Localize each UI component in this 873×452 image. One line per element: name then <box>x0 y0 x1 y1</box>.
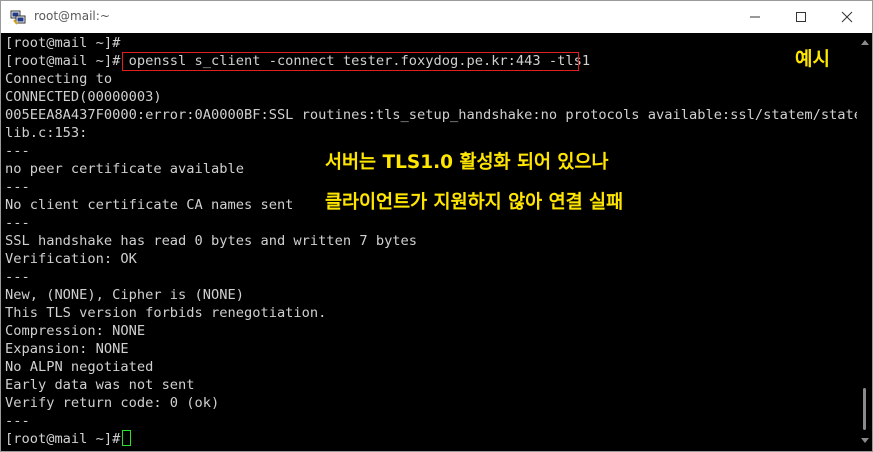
terminal-line: --- <box>5 215 30 231</box>
vertical-scrollbar[interactable] <box>857 34 872 451</box>
terminal-line: No client certificate CA names sent <box>5 197 294 213</box>
example-label: 예시 <box>795 48 830 70</box>
terminal-line: SSL handshake has read 0 bytes and writt… <box>5 233 418 249</box>
scroll-up-icon[interactable] <box>861 40 869 45</box>
terminal-line: lib.c:153: <box>5 125 88 141</box>
terminal-line: CONNECTED(00000003) <box>5 89 162 105</box>
close-button[interactable] <box>824 1 870 33</box>
scroll-thumb[interactable] <box>863 388 866 430</box>
close-icon <box>841 8 853 27</box>
terminal-line: 005EEA8A437F0000:error:0A0000BF:SSL rout… <box>5 107 857 123</box>
title-bar[interactable]: root@mail:~ <box>1 1 872 33</box>
window-title: root@mail:~ <box>34 9 110 23</box>
terminal-line: [root@mail ~]# <box>5 35 121 51</box>
terminal-prompt-line: [root@mail ~]# <box>5 431 129 447</box>
annotation-line-2: 클라이언트가 지원하지 않아 연결 실패 <box>325 192 624 213</box>
terminal-line: Connecting to <box>5 71 113 87</box>
terminal-cursor <box>122 430 131 446</box>
minimize-button[interactable] <box>732 1 778 33</box>
terminal-line: This TLS version forbids renegotiation. <box>5 305 327 321</box>
terminal-line: New, (NONE), Cipher is (NONE) <box>5 287 244 303</box>
terminal-line: --- <box>5 143 30 159</box>
terminal-line: Early data was not sent <box>5 377 195 393</box>
terminal-line: No ALPN negotiated <box>5 359 154 375</box>
terminal-line: no peer certificate available <box>5 161 244 177</box>
terminal-line: Compression: NONE <box>5 323 146 339</box>
maximize-icon <box>795 8 807 27</box>
annotation-line-1: 서버는 TLS1.0 활성화 되어 있으나 <box>325 152 609 173</box>
terminal-line: --- <box>5 269 30 285</box>
command-highlight-box <box>122 52 579 71</box>
terminal-line: Verification: OK <box>5 251 137 267</box>
terminal-output[interactable]: [root@mail ~]# [root@mail ~]# openssl s_… <box>1 34 857 451</box>
terminal-window: root@mail:~ [root@mail ~]# [root@mail ~]… <box>0 0 873 452</box>
minimize-icon <box>749 8 761 27</box>
terminal-line: Verify return code: 0 (ok) <box>5 395 220 411</box>
putty-icon[interactable] <box>10 9 26 25</box>
terminal-line: --- <box>5 179 30 195</box>
scroll-down-icon[interactable] <box>861 438 869 443</box>
terminal-line: --- <box>5 413 30 429</box>
maximize-button[interactable] <box>778 1 824 33</box>
terminal-line: Expansion: NONE <box>5 341 129 357</box>
